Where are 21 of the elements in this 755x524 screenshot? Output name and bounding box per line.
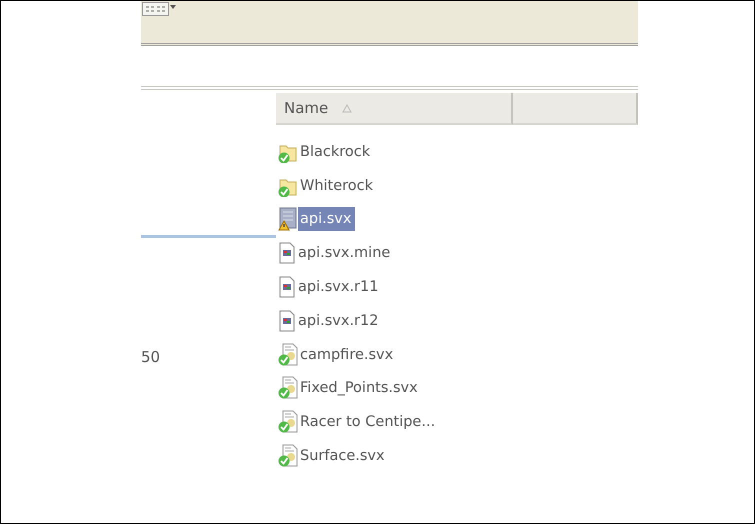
file-name[interactable]: api.svx bbox=[298, 207, 356, 232]
file-name[interactable]: api.svx.r12 bbox=[296, 308, 382, 333]
value-text: 50 bbox=[141, 348, 162, 366]
view-menu-icon[interactable] bbox=[142, 2, 176, 16]
file-name[interactable]: api.svx.mine bbox=[296, 241, 394, 266]
document-check-icon bbox=[278, 444, 298, 468]
file-name[interactable]: Surface.svx bbox=[298, 444, 389, 468]
file-name[interactable]: Whiterock bbox=[298, 174, 378, 198]
document-icon bbox=[278, 310, 296, 332]
document-check-icon bbox=[278, 376, 298, 400]
file-name[interactable]: Fixed_Points.svx bbox=[298, 376, 422, 400]
document-check-icon bbox=[278, 410, 298, 434]
file-name[interactable]: api.svx.r11 bbox=[296, 275, 382, 300]
warning-file-icon bbox=[278, 207, 298, 232]
file-name[interactable]: Blackrock bbox=[298, 140, 374, 164]
document-icon bbox=[278, 276, 296, 298]
column-header[interactable]: Name bbox=[276, 93, 513, 125]
document-check-icon bbox=[278, 342, 298, 367]
document-icon bbox=[278, 242, 296, 264]
file-name[interactable]: campfire.svx bbox=[298, 342, 398, 367]
file-name[interactable]: Racer to Centipe... bbox=[298, 410, 440, 434]
